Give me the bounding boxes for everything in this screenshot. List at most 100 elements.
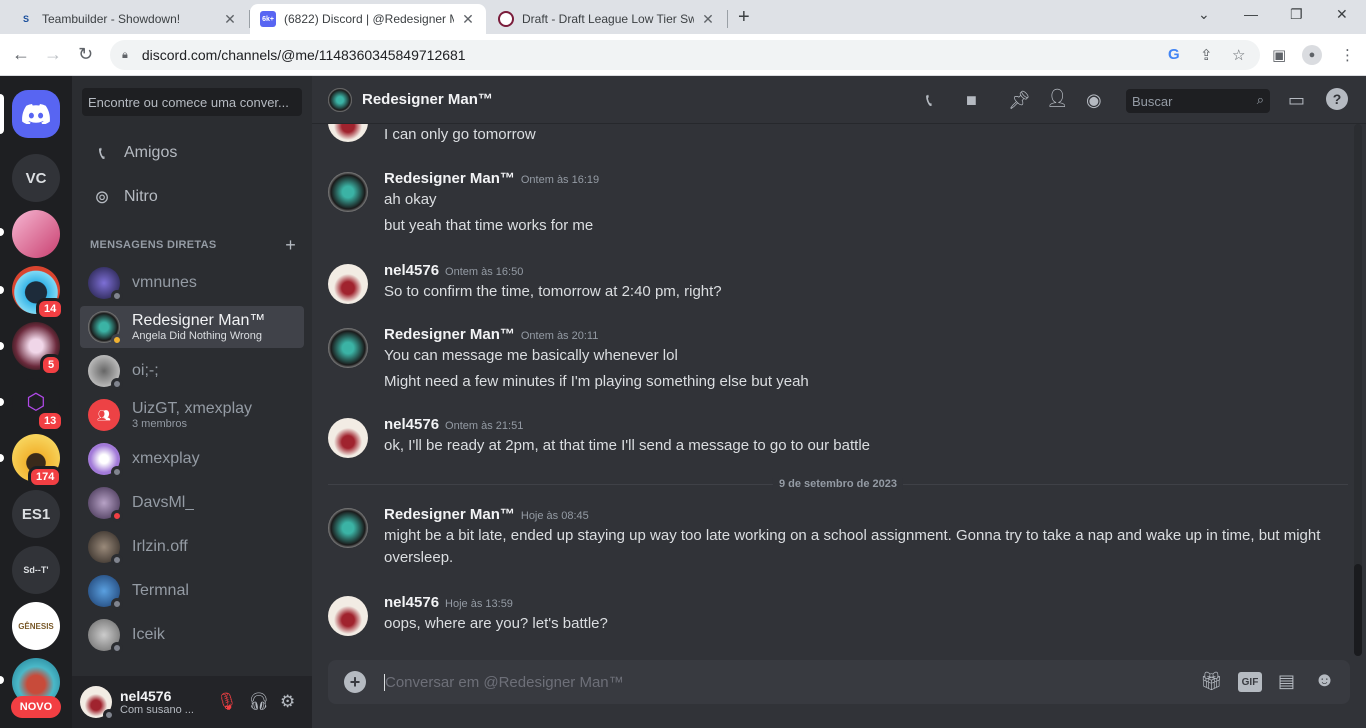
- gift-icon[interactable]: 🎁︎: [1200, 671, 1223, 692]
- group-dm-icon: 👥︎: [88, 399, 120, 431]
- dm-item-group[interactable]: 👥︎ UizGT, xmexplay 3 membros: [80, 394, 304, 436]
- inbox-icon[interactable]: ▭: [1288, 90, 1305, 111]
- dm-member-count: 3 membros: [132, 417, 188, 430]
- dm-item-irlzin[interactable]: Irlzin.off: [80, 526, 304, 568]
- add-friends-to-dm-icon[interactable]: 👤︎: [1046, 88, 1069, 109]
- author-name[interactable]: Redesigner Man™: [384, 326, 515, 343]
- author-avatar[interactable]: [328, 264, 368, 304]
- user-profile-icon[interactable]: ◉: [1086, 90, 1102, 111]
- author-name[interactable]: Redesigner Man™: [384, 170, 515, 187]
- message-input[interactable]: [384, 673, 1164, 691]
- minimize-icon[interactable]: —: [1244, 6, 1258, 22]
- dm-name: xmexplay: [132, 450, 200, 467]
- discord-home-icon[interactable]: [12, 90, 60, 138]
- avatar: [88, 487, 123, 522]
- google-icon[interactable]: G: [1168, 46, 1180, 63]
- video-call-icon[interactable]: ■: [966, 90, 977, 111]
- tab-title: Draft - Draft League Low Tier Swi: [522, 12, 694, 26]
- new-badge[interactable]: NOVO: [11, 696, 61, 718]
- close-tab-icon[interactable]: ✕: [460, 11, 476, 28]
- avatar: [88, 619, 123, 654]
- back-icon[interactable]: ←: [12, 44, 30, 65]
- dm-header-label: MENSAGENS DIRETAS: [90, 239, 217, 251]
- address-bar[interactable]: 🔒︎ discord.com/channels/@me/114836034584…: [110, 40, 1260, 70]
- offline-status-icon: [111, 642, 123, 654]
- dm-item-redesigner-man[interactable]: Redesigner Man™ Angela Did Nothing Wrong: [80, 306, 304, 348]
- server-es1[interactable]: ES1: [12, 490, 60, 538]
- author-avatar[interactable]: [328, 172, 368, 212]
- server-rail: VC 14 5 ⬡ 13 174 ES1 Sd--T' GÊNESIS NOVO: [0, 76, 72, 728]
- profile-icon[interactable]: ●: [1302, 45, 1322, 65]
- author-name[interactable]: Redesigner Man™: [384, 506, 515, 523]
- user-avatar[interactable]: [80, 686, 115, 721]
- offline-status-icon: [103, 709, 115, 721]
- menu-kebab-icon[interactable]: ⋮: [1340, 46, 1355, 64]
- side-panel-icon[interactable]: ▣: [1272, 46, 1286, 64]
- close-tab-icon[interactable]: ✕: [222, 11, 238, 28]
- reload-icon[interactable]: ↻: [78, 44, 93, 65]
- avatar: [88, 575, 123, 610]
- tab-search-chevron-icon[interactable]: ⌄: [1198, 6, 1210, 23]
- close-tab-icon[interactable]: ✕: [700, 11, 716, 28]
- sticker-icon[interactable]: ▤: [1278, 671, 1295, 692]
- voice-call-icon[interactable]: 📞︎: [926, 90, 932, 111]
- pinned-messages-icon[interactable]: 📌︎: [1008, 90, 1031, 111]
- scrollbar-thumb[interactable]: [1354, 564, 1362, 656]
- friends-icon: 📞︎: [98, 142, 106, 163]
- chat-title: Redesigner Man™: [362, 91, 493, 108]
- gif-picker-button[interactable]: GIF: [1238, 672, 1262, 692]
- timestamp: Hoje às 13:59: [445, 598, 513, 610]
- find-conversation-input[interactable]: Encontre ou comece uma conver...: [82, 88, 302, 116]
- restore-icon[interactable]: ❐: [1290, 6, 1303, 23]
- date-divider: 9 de setembro de 2023: [328, 478, 1348, 490]
- dm-item-oi[interactable]: oi;-;: [80, 350, 304, 392]
- nitro-nav-item[interactable]: ⊚ Nitro: [80, 176, 304, 218]
- browser-tab-draft[interactable]: Draft - Draft League Low Tier Swi ✕: [488, 4, 726, 34]
- friends-nav-item[interactable]: 📞︎ Amigos: [80, 132, 304, 174]
- share-icon[interactable]: ⇪: [1200, 46, 1213, 64]
- author-name[interactable]: nel4576: [384, 416, 439, 433]
- dm-item-iceik[interactable]: Iceik: [80, 614, 304, 656]
- server-avatar-pink[interactable]: [12, 210, 60, 258]
- author-avatar[interactable]: [328, 508, 368, 548]
- author-avatar[interactable]: [328, 328, 368, 368]
- author-name[interactable]: nel4576: [384, 594, 439, 611]
- user-settings-gear-icon[interactable]: ⚙: [280, 692, 295, 712]
- help-icon[interactable]: ?: [1326, 88, 1348, 110]
- server-vc[interactable]: VC: [12, 154, 60, 202]
- chat-search-input[interactable]: Buscar ⌕: [1126, 89, 1270, 113]
- author-name[interactable]: nel4576: [384, 262, 439, 279]
- dm-name: vmnunes: [132, 274, 197, 291]
- forward-icon[interactable]: →: [44, 44, 62, 65]
- bookmark-star-icon[interactable]: ☆: [1232, 46, 1245, 64]
- offline-status-icon: [111, 598, 123, 610]
- server-genesis[interactable]: GÊNESIS: [12, 602, 60, 650]
- message-text: might be a bit late, ended up staying up…: [384, 527, 1321, 566]
- emoji-icon[interactable]: ☻: [1314, 669, 1335, 692]
- dnd-status-icon: [111, 510, 123, 522]
- headphones-icon[interactable]: 🎧︎: [248, 692, 270, 712]
- dm-name: UizGT, xmexplay: [132, 399, 253, 417]
- browser-tab-teambuilder[interactable]: S Teambuilder - Showdown! ✕: [8, 4, 248, 34]
- tab-title: Teambuilder - Showdown!: [42, 12, 181, 26]
- dm-item-xmexplay[interactable]: xmexplay: [80, 438, 304, 480]
- dm-item-davsml[interactable]: DavsMl_: [80, 482, 304, 524]
- upload-plus-icon[interactable]: +: [344, 671, 366, 693]
- author-avatar[interactable]: [328, 418, 368, 458]
- message-text: Might need a few minutes if I'm playing …: [384, 373, 809, 390]
- new-tab-icon[interactable]: +: [738, 6, 750, 29]
- lock-icon[interactable]: 🔒︎: [122, 49, 128, 62]
- author-avatar[interactable]: [328, 124, 368, 142]
- date-divider-label: 9 de setembro de 2023: [772, 478, 904, 490]
- message-scrollbar[interactable]: [1354, 124, 1362, 656]
- close-window-icon[interactable]: ✕: [1336, 6, 1348, 23]
- author-avatar[interactable]: [328, 596, 368, 636]
- mute-microphone-icon[interactable]: 🎙︎: [216, 692, 238, 712]
- dm-item-vmnunes[interactable]: vmnunes: [80, 262, 304, 304]
- create-dm-plus-icon[interactable]: +: [285, 236, 296, 254]
- dm-item-termnal[interactable]: Termnal: [80, 570, 304, 612]
- dm-name: oi;-;: [132, 362, 159, 379]
- server-sdt[interactable]: Sd--T': [12, 546, 60, 594]
- user-panel: nel4576 Com susano ... 🎙︎ 🎧︎ ⚙: [72, 676, 312, 728]
- browser-tab-discord[interactable]: 6k+ (6822) Discord | @Redesigner Ma ✕: [250, 4, 486, 34]
